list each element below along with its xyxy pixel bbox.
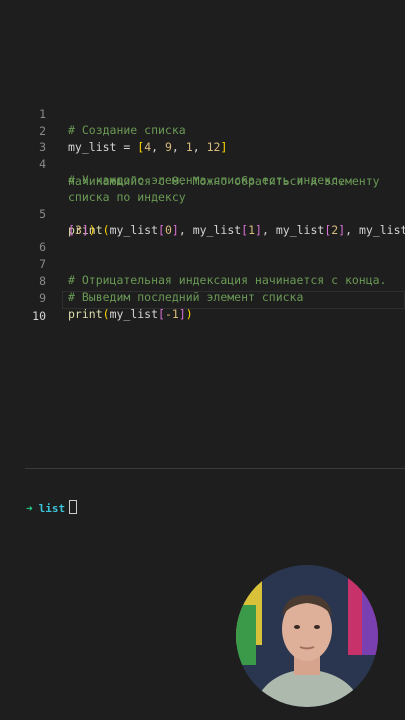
code-line-1[interactable]: 1 # Создание списка (0, 90, 405, 137)
code-statement: print(my_list[-1]) (68, 306, 193, 322)
code-line-3[interactable]: 3 (0, 123, 405, 154)
function-name: print (68, 307, 103, 321)
bracket: ) (185, 307, 193, 321)
code-line-9[interactable]: 9 print(my_list[-1]) (0, 274, 405, 321)
code-line-2[interactable]: 2 my_list = [4, 9, 1, 12] (0, 107, 405, 154)
terminal-prompt: ➜ list (26, 500, 78, 517)
code-line-5-wrap[interactable]: [3]) (0, 206, 405, 237)
prompt-directory: list (38, 502, 66, 515)
bracket: [ (158, 307, 165, 321)
code-line-10[interactable]: 10 (0, 292, 405, 323)
number: -1 (164, 307, 179, 321)
code-line-4-wrap-2[interactable]: списка по индексу (0, 173, 405, 204)
webcam-overlay (236, 565, 378, 707)
code-line-7[interactable]: 7 # Отрицательная индексация начинается … (0, 240, 405, 287)
line-number: 10 (32, 309, 46, 323)
code-line-5[interactable]: 5 print(my_list[0], my_list[1], my_list[… (0, 190, 405, 237)
bracket: ] (178, 307, 186, 321)
code-line-4[interactable]: 4 # У каждого элемента списка есть индек… (0, 140, 405, 187)
code-line-4-wrap-1[interactable]: начинающийся с 0. Можно обратиться к эле… (0, 157, 405, 188)
presenter-video (236, 565, 378, 707)
code-line-8[interactable]: 8 # Выведим последний элемент списка (0, 257, 405, 304)
prompt-arrow-icon: ➜ (26, 502, 33, 515)
terminal-cursor[interactable] (69, 500, 78, 514)
panel-divider (25, 468, 405, 469)
bracket: ( (102, 307, 110, 321)
code-editor[interactable]: 1 # Создание списка 2 my_list = [4, 9, 1… (0, 0, 405, 470)
code-line-6[interactable]: 6 (0, 223, 405, 254)
identifier: my_list (109, 307, 159, 321)
